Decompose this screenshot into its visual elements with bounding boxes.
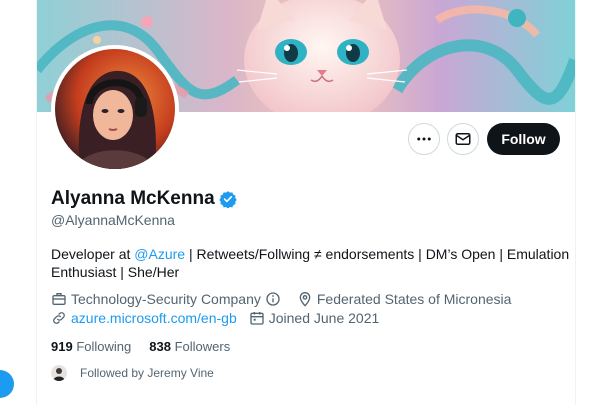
profile-name-row: Alyanna McKenna [51,188,237,210]
meta-location-label: Federated States of Micronesia [316,291,512,307]
website-link[interactable]: azure.microsoft.com/en-gb [71,310,237,326]
following-count: 919 [51,339,73,354]
follower-avatar [51,365,67,381]
meta-location: Federated States of Micronesia [297,291,512,307]
message-button[interactable] [447,123,479,155]
meta-category: Technology-Security Company [51,291,285,307]
following-label: Following [76,339,132,354]
more-options-button[interactable] [408,123,440,155]
profile-avatar[interactable] [51,45,179,173]
profile-handle: @AlyannaMcKenna [51,212,175,228]
calendar-icon [250,312,264,325]
profile-meta-row: Technology-Security Company Federated St… [51,291,523,307]
meta-joined: Joined June 2021 [249,310,380,326]
follow-button[interactable]: Follow [487,123,560,155]
profile-page: Follow Alyanna McKenna @AlyannaMcKenna D… [0,0,595,405]
meta-category-label: Technology-Security Company [71,291,261,307]
meta-joined-label: Joined June 2021 [268,310,380,326]
followed-by[interactable]: Followed by Jeremy Vine [51,365,214,381]
followers-label: Followers [174,339,231,354]
profile-stats: 919 Following 838 Followers [51,339,248,354]
followers-link[interactable]: 838 Followers [149,339,230,354]
following-link[interactable]: 919 Following [51,339,131,354]
followers-count: 838 [149,339,171,354]
followed-by-text: Followed by Jeremy Vine [80,366,214,380]
bio-mention-link[interactable]: @Azure [134,246,185,262]
bio-prefix: Developer at [51,246,135,262]
compose-fab-button[interactable] [0,370,14,398]
profile-meta-row-2: azure.microsoft.com/en-gb Joined June 20… [51,310,391,326]
briefcase-icon [52,293,66,305]
profile-bio: Developer at @Azure | Retweets/Follwing … [51,245,571,281]
column-border-right [575,0,576,405]
avatar-illustration [55,49,175,169]
link-icon [53,312,65,324]
more-horizontal-icon [417,137,431,141]
verified-badge-icon[interactable] [218,190,237,208]
meta-website: azure.microsoft.com/en-gb [51,310,237,326]
info-icon[interactable] [265,291,281,307]
avatar-image [55,49,175,169]
mail-icon [455,133,471,145]
location-pin-icon [299,292,311,307]
display-name: Alyanna McKenna [51,188,215,209]
